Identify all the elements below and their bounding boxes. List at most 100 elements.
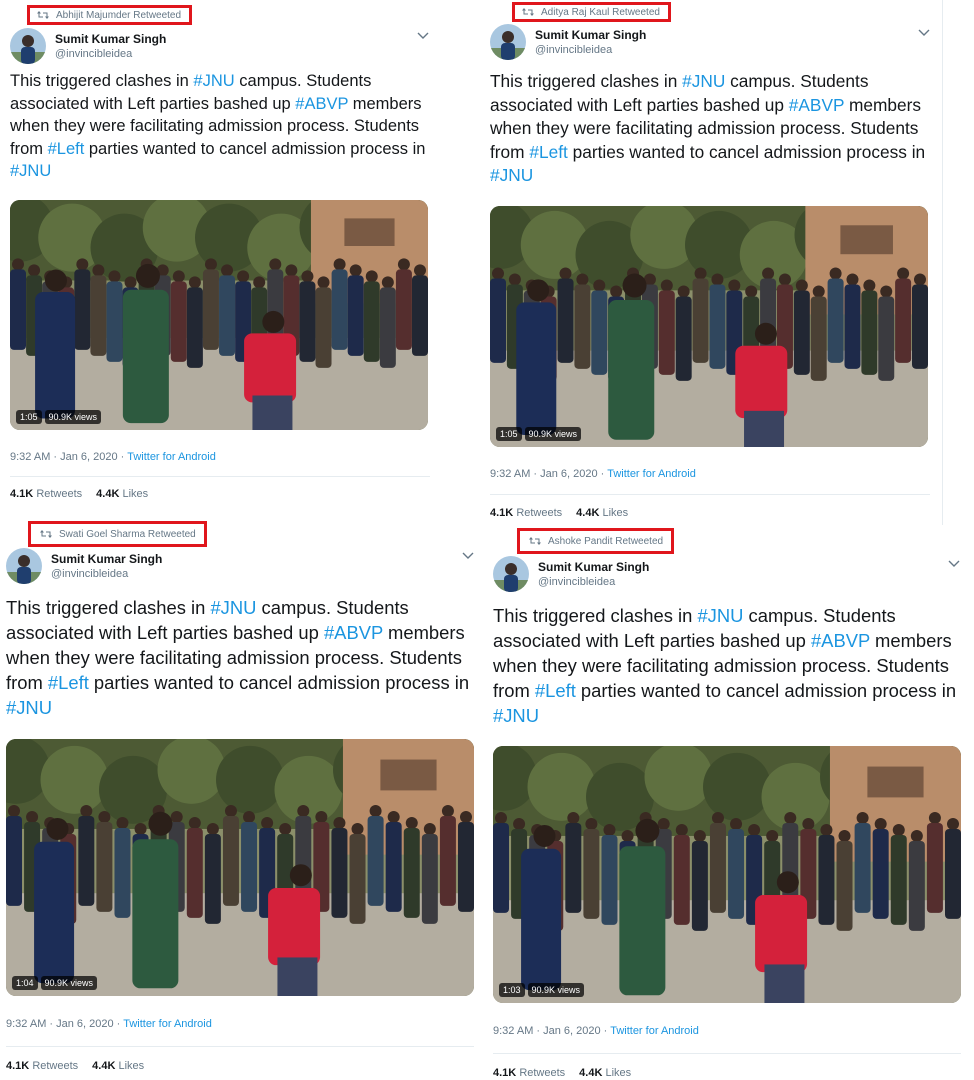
retweets-stat[interactable]: 4.1K Retweets — [6, 1060, 78, 1072]
hashtag-link[interactable]: #JNU — [697, 605, 743, 626]
text-segment: This triggered clashes in — [6, 597, 211, 618]
tweet-card: Ashoke Pandit Retweeted Sumit Kumar Sing… — [487, 526, 974, 1080]
retweets-stat[interactable]: 4.1K Retweets — [490, 507, 562, 519]
like-label: Likes — [602, 507, 629, 519]
tweet-source-link[interactable]: Twitter for Android — [610, 1025, 699, 1037]
retweeted-by-label[interactable]: Ashoke Pandit Retweeted — [517, 528, 675, 554]
user-name[interactable]: Sumit Kumar Singh — [535, 28, 646, 43]
retweet-icon — [529, 537, 541, 545]
video-views: 90.9K views — [527, 983, 585, 997]
avatar-image — [493, 556, 529, 592]
tweet-source-link[interactable]: Twitter for Android — [123, 1018, 212, 1030]
retweeted-by-label[interactable]: Abhijit Majumder Retweeted — [27, 5, 193, 25]
like-count: 4.4K — [576, 507, 600, 519]
like-label: Likes — [122, 488, 149, 500]
video-thumbnail — [6, 739, 474, 996]
likes-stat[interactable]: 4.4K Likes — [579, 1067, 631, 1079]
chevron-down-icon[interactable] — [417, 32, 429, 40]
retweeted-by-label[interactable]: Aditya Raj Kaul Retweeted — [512, 2, 671, 22]
tweet-text: This triggered clashes in #JNU campus. S… — [493, 603, 967, 728]
like-label: Likes — [118, 1060, 145, 1072]
avatar[interactable] — [10, 28, 46, 64]
like-count: 4.4K — [96, 488, 120, 500]
tweet-text: This triggered clashes in #JNU campus. S… — [10, 70, 430, 183]
divider — [6, 1046, 474, 1047]
video-duration: 1:03 — [499, 983, 525, 997]
tweet-timestamp[interactable]: 9:32 AM · Jan 6, 2020 · — [493, 1025, 610, 1037]
avatar-image — [10, 28, 46, 64]
user-handle[interactable]: @invincibleidea — [538, 575, 649, 589]
user-name[interactable]: Sumit Kumar Singh — [51, 552, 162, 567]
user-name[interactable]: Sumit Kumar Singh — [538, 560, 649, 575]
video-player[interactable]: 1:04 90.9K views — [6, 739, 474, 996]
retweets-stat[interactable]: 4.1K Retweets — [493, 1067, 565, 1079]
video-views: 90.9K views — [524, 427, 582, 441]
retweeted-by-text: Ashoke Pandit Retweeted — [548, 535, 664, 547]
video-player[interactable]: 1:05 90.9K views — [10, 200, 428, 430]
hashtag-link[interactable]: #JNU — [490, 165, 533, 185]
avatar[interactable] — [6, 548, 42, 584]
text-segment: This triggered clashes in — [490, 71, 683, 91]
hashtag-link[interactable]: #Left — [529, 142, 567, 162]
user-handle[interactable]: @invincibleidea — [55, 47, 166, 61]
like-label: Likes — [605, 1067, 632, 1079]
hashtag-link[interactable]: #JNU — [682, 71, 725, 91]
retweet-label: Retweets — [36, 488, 83, 500]
video-thumbnail — [490, 206, 928, 447]
like-count: 4.4K — [92, 1060, 116, 1072]
video-badge: 1:03 90.9K views — [499, 983, 585, 997]
retweeted-by-text: Abhijit Majumder Retweeted — [56, 9, 182, 21]
hashtag-link[interactable]: #ABVP — [295, 95, 348, 113]
video-thumbnail — [10, 200, 428, 430]
likes-stat[interactable]: 4.4K Likes — [92, 1060, 144, 1072]
hashtag-link[interactable]: #ABVP — [811, 630, 870, 651]
retweeted-by-label[interactable]: Swati Goel Sharma Retweeted — [28, 521, 207, 547]
hashtag-link[interactable]: #ABVP — [789, 95, 844, 115]
chevron-down-icon[interactable] — [918, 29, 930, 37]
likes-stat[interactable]: 4.4K Likes — [96, 488, 148, 500]
hashtag-link[interactable]: #Left — [535, 680, 576, 701]
tweet-timestamp[interactable]: 9:32 AM · Jan 6, 2020 · — [10, 451, 127, 463]
hashtag-link[interactable]: #ABVP — [324, 622, 383, 643]
retweets-stat[interactable]: 4.1K Retweets — [10, 488, 82, 500]
retweet-icon — [522, 8, 534, 16]
text-segment: parties wanted to cancel admission proce… — [575, 680, 957, 701]
divider — [10, 476, 430, 477]
tweet-source-link[interactable]: Twitter for Android — [607, 468, 696, 480]
video-badge: 1:05 90.9K views — [496, 427, 582, 441]
hashtag-link[interactable]: #JNU — [6, 697, 52, 718]
tweet-timestamp[interactable]: 9:32 AM · Jan 6, 2020 · — [6, 1018, 123, 1030]
chevron-down-icon[interactable] — [462, 552, 474, 560]
video-duration: 1:05 — [496, 427, 522, 441]
tweet-text: This triggered clashes in #JNU campus. S… — [6, 595, 476, 720]
likes-stat[interactable]: 4.4K Likes — [576, 507, 628, 519]
tweet-card: Abhijit Majumder Retweeted Sumit Kumar S… — [0, 0, 440, 515]
retweeted-by-text: Aditya Raj Kaul Retweeted — [541, 6, 660, 18]
avatar[interactable] — [493, 556, 529, 592]
user-name[interactable]: Sumit Kumar Singh — [55, 32, 166, 47]
hashtag-link[interactable]: #JNU — [493, 705, 539, 726]
video-duration: 1:04 — [12, 976, 38, 990]
chevron-down-icon[interactable] — [948, 560, 960, 568]
video-player[interactable]: 1:03 90.9K views — [493, 746, 961, 1003]
hashtag-link[interactable]: #JNU — [10, 162, 51, 180]
retweet-count: 4.1K — [490, 507, 514, 519]
retweet-count: 4.1K — [10, 488, 34, 500]
tweet-source-link[interactable]: Twitter for Android — [127, 451, 216, 463]
user-handle[interactable]: @invincibleidea — [51, 567, 162, 581]
hashtag-link[interactable]: #JNU — [210, 597, 256, 618]
retweet-count: 4.1K — [6, 1060, 30, 1072]
user-handle[interactable]: @invincibleidea — [535, 43, 646, 57]
hashtag-link[interactable]: #Left — [48, 140, 85, 158]
text-segment: parties wanted to cancel admission proce… — [567, 141, 926, 162]
video-player[interactable]: 1:05 90.9K views — [490, 206, 928, 447]
avatar[interactable] — [490, 24, 526, 60]
text-segment: parties wanted to cancel admission proce… — [88, 672, 470, 693]
avatar-image — [6, 548, 42, 584]
retweet-label: Retweets — [519, 1067, 566, 1079]
video-views: 90.9K views — [40, 976, 98, 990]
hashtag-link[interactable]: #Left — [48, 672, 89, 693]
hashtag-link[interactable]: #JNU — [193, 72, 234, 90]
retweet-icon — [40, 530, 52, 538]
tweet-timestamp[interactable]: 9:32 AM · Jan 6, 2020 · — [490, 468, 607, 480]
